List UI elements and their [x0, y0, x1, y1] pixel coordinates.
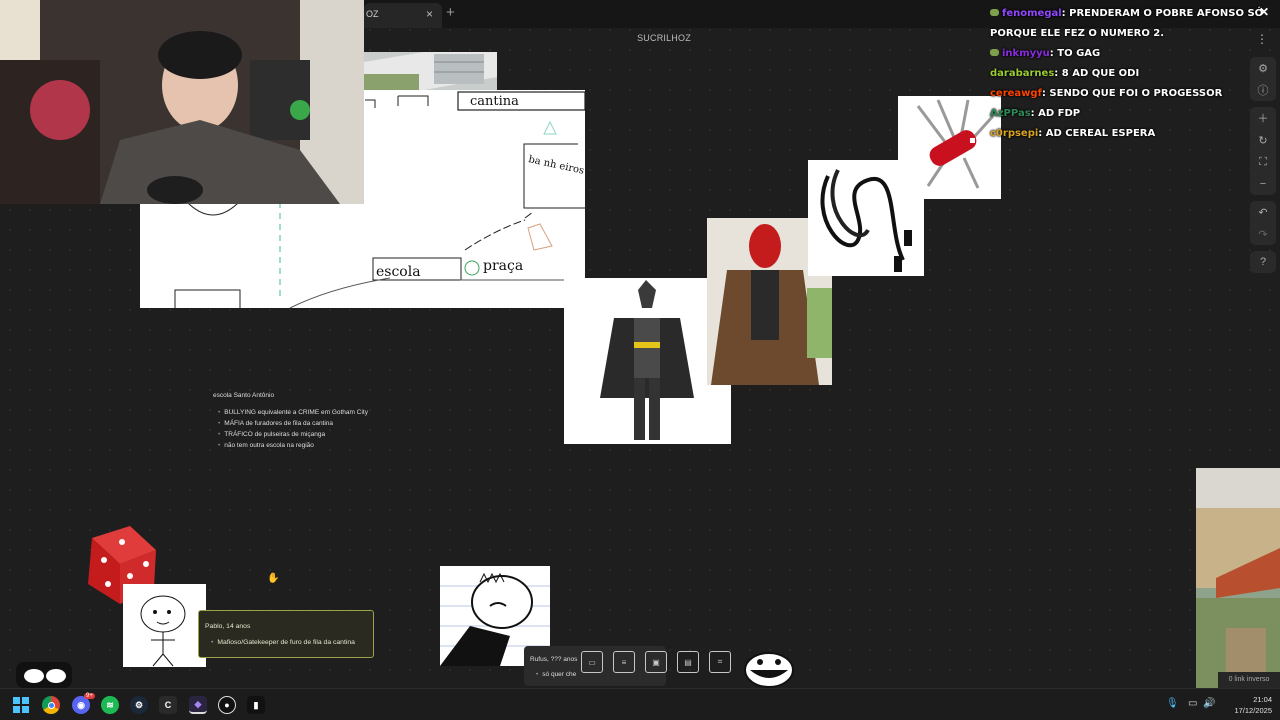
sticker-face-image[interactable] — [14, 660, 74, 688]
streaming-app-icon[interactable]: ▮ — [247, 696, 265, 714]
map-label-praca: praça — [483, 258, 523, 274]
chat-message: inkmyyu: TO GAG — [990, 44, 1275, 64]
new-note-icon[interactable]: ▭ — [581, 651, 603, 673]
obsidian-icon[interactable]: ◆ — [189, 696, 207, 714]
chat-user: darabarnes — [990, 68, 1055, 79]
troll-face-icon — [744, 652, 794, 688]
cartoon-kid-image — [140, 595, 186, 667]
undo-icon[interactable]: ↶ — [1250, 201, 1276, 223]
school-note-title: escola Santo Antônio — [213, 392, 275, 399]
redo-icon[interactable]: ↷ — [1250, 223, 1276, 245]
map-label-banheiros: ba nh eiros — [527, 154, 585, 177]
chat-message: cereawgf: SENDO QUE FOI O PROGESSOR — [990, 88, 1223, 99]
pablo-note[interactable]: Pablo, 14 anos • Mafioso/Gatekeeper de fu… — [198, 610, 374, 658]
stream-chat: fenomegal: PRENDERAM O POBRE AFONSO SÓ P… — [990, 4, 1275, 144]
rufus-note-item-text: só quer che — [542, 671, 577, 678]
chat-user: fenomegal — [1002, 8, 1062, 19]
new-document-icon[interactable]: ≡ — [613, 651, 635, 673]
clock-date: 17/12/2025 — [1234, 706, 1272, 715]
school-building-image — [364, 52, 497, 90]
school-note-item: não tem outra escola na região — [213, 440, 413, 451]
house-image — [1196, 468, 1280, 688]
windows-start-icon[interactable] — [12, 696, 30, 714]
map-label-escola: escola — [376, 264, 421, 280]
cursor-hand-icon: ✋ — [267, 573, 280, 584]
school-note-item: TRÁFICO de pulseiras de miçanga — [213, 429, 413, 440]
clock-time: 21:04 — [1253, 695, 1272, 704]
card-creation-toolbar: ▭ ≡ ▣ ▤ ⌗ — [576, 646, 736, 678]
new-media-icon[interactable]: ▣ — [645, 651, 667, 673]
minus-icon[interactable]: − — [1250, 173, 1276, 195]
chat-text: AD FDP — [1038, 108, 1081, 119]
school-note[interactable]: escola Santo Antônio BULLYING equivalent… — [213, 390, 413, 451]
chat-message: AzPPas: AD FDP — [990, 108, 1081, 119]
pablo-character-image[interactable] — [123, 584, 206, 667]
sticker-face-icon — [16, 662, 72, 688]
chat-user: cereawgf — [990, 88, 1042, 99]
streamer-webcam-image — [0, 0, 364, 204]
swiss-knife-image — [916, 99, 995, 189]
network-icon[interactable]: ▭ — [1188, 698, 1197, 709]
pablo-note-item: • Mafioso/Gatekeeper de furo de fila da c… — [211, 639, 355, 646]
steam-icon[interactable]: ⚙ — [130, 696, 148, 714]
pablo-note-title: Pablo, 14 anos — [205, 623, 251, 630]
spotify-icon[interactable]: ≋ — [101, 696, 119, 714]
school-note-item: BULLYING equivalente a CRIME em Gotham C… — [213, 407, 413, 418]
chat-user: c0rpsepi — [990, 128, 1039, 139]
tab-close-icon[interactable]: × — [426, 7, 433, 21]
troll-face-image[interactable] — [742, 650, 796, 688]
map-label-cantina: cantina — [470, 94, 519, 109]
help-toolbar: ? — [1250, 251, 1276, 273]
school-photo[interactable] — [364, 52, 497, 90]
discord-notification-badge: 9+ — [84, 693, 95, 699]
chat-text: 8 AD QUE ODI — [1061, 68, 1140, 79]
chat-user: inkmyyu — [1002, 48, 1050, 59]
school-note-item: MÁFIA de furadores de fila da cantina — [213, 418, 413, 429]
chat-text: TO GAG — [1057, 48, 1101, 59]
house-game-screenshot[interactable] — [1196, 468, 1280, 688]
obs-icon[interactable]: ● — [218, 696, 236, 714]
new-group-icon[interactable]: ▤ — [677, 651, 699, 673]
fullscreen-icon[interactable]: ⛶ — [1250, 151, 1276, 173]
pablo-note-item-text: Mafioso/Gatekeeper de furo de fila da ca… — [217, 639, 355, 646]
browser-c-icon[interactable]: C — [159, 696, 177, 714]
microphone-icon[interactable]: 🎙 — [1166, 698, 1179, 709]
batman-costume-photo[interactable] — [564, 278, 731, 444]
windows-taskbar: ◉ 9+ ≋ ⚙ C ◆ ● ▮ 🎙 ▭ 🔊 21:04 17/12/2025 — [0, 688, 1280, 720]
sub-badge-icon — [990, 49, 999, 56]
chat-message: c0rpsepi: AD CEREAL ESPERA — [990, 128, 1156, 139]
capture-icon[interactable]: ⌗ — [709, 651, 731, 673]
chrome-icon[interactable] — [42, 696, 60, 714]
sub-badge-icon — [990, 9, 999, 16]
taskbar-clock[interactable]: 21:04 17/12/2025 — [1222, 694, 1272, 716]
volume-icon[interactable]: 🔊 — [1203, 698, 1215, 709]
chat-close-icon[interactable]: ✕ — [1259, 5, 1269, 19]
history-toolbar: ↶ ↷ — [1250, 201, 1276, 245]
webcam-overlay — [0, 0, 364, 204]
new-tab-plus-icon[interactable]: + — [446, 4, 455, 21]
tab-sucrilhoz[interactable]: OZ × — [364, 3, 442, 28]
tab-label: OZ — [366, 9, 379, 19]
batman-figure-image — [600, 280, 694, 440]
chat-text: AD CEREAL ESPERA — [1045, 128, 1156, 139]
chat-message: fenomegal: PRENDERAM O POBRE AFONSO SÓ P… — [990, 8, 1264, 39]
chat-message: darabarnes: 8 AD QUE ODI — [990, 68, 1140, 79]
canvas-title: SUCRILHOZ — [637, 33, 691, 43]
chat-text: SENDO QUE FOI O PROGESSOR — [1049, 88, 1223, 99]
swiss-knife-photo[interactable] — [898, 96, 1001, 199]
chat-user: AzPPas — [990, 108, 1031, 119]
help-icon[interactable]: ? — [1250, 251, 1276, 273]
inverse-link-counter[interactable]: 0 link inverso — [1218, 672, 1280, 688]
